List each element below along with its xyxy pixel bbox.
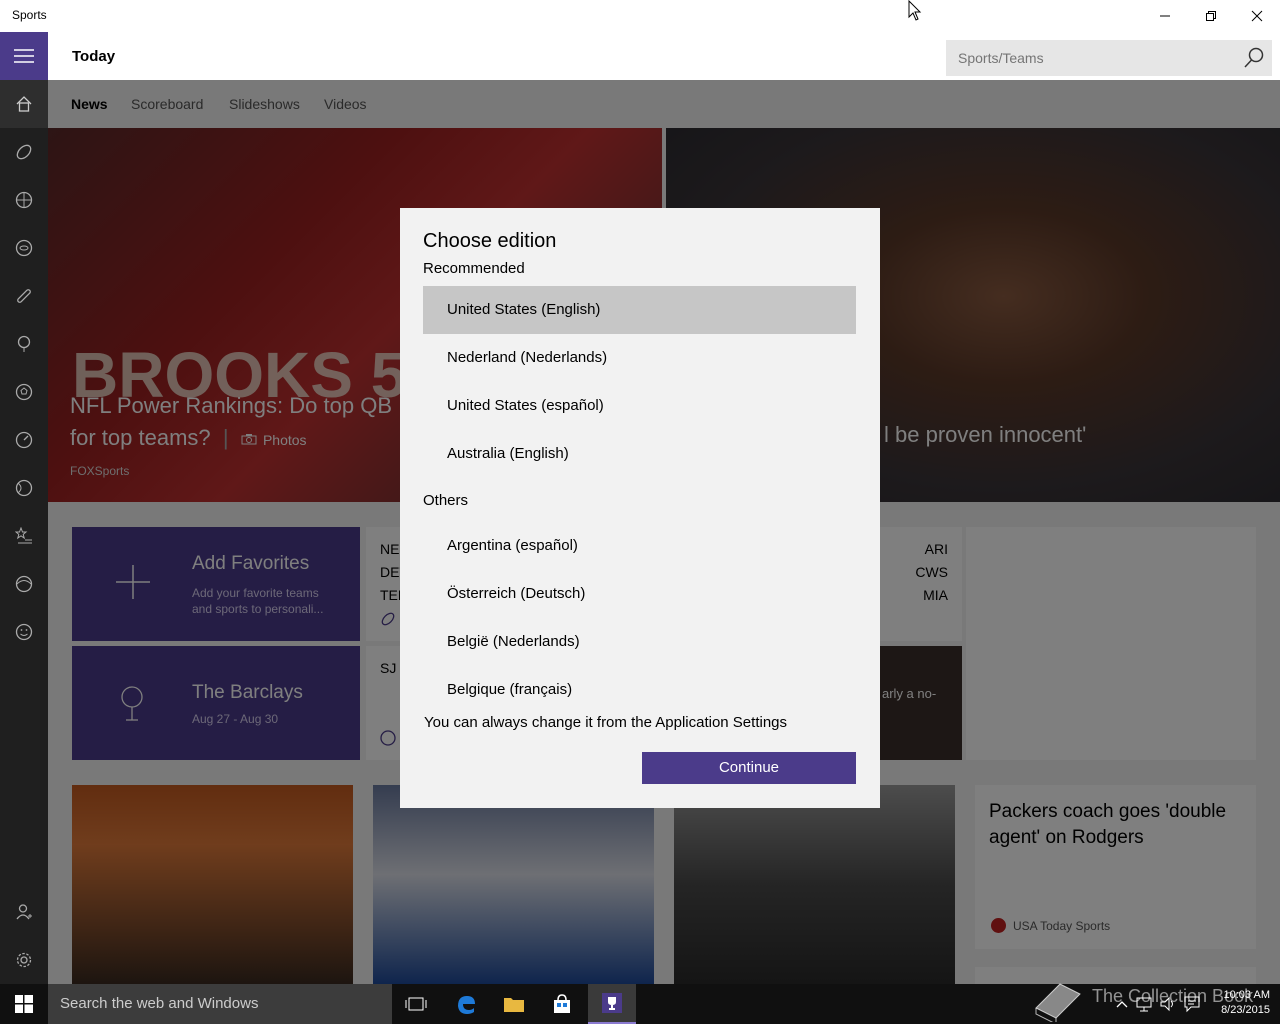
restore-icon bbox=[1206, 11, 1216, 21]
edition-option[interactable]: Australia (English) bbox=[423, 430, 856, 478]
app-header: Today bbox=[48, 32, 1280, 80]
nav-fun[interactable] bbox=[0, 608, 48, 656]
home-icon bbox=[16, 96, 32, 112]
minimize-icon bbox=[1160, 15, 1170, 17]
mouse-cursor-icon bbox=[908, 0, 922, 21]
continue-button[interactable]: Continue bbox=[642, 752, 856, 784]
close-icon bbox=[1251, 10, 1263, 22]
sports-app-button[interactable] bbox=[588, 984, 636, 1024]
store-bag-icon bbox=[554, 994, 570, 1013]
nav-basketball[interactable] bbox=[0, 176, 48, 224]
restore-button[interactable] bbox=[1188, 0, 1234, 32]
title-bar: Sports bbox=[0, 0, 1280, 32]
nav-account[interactable] bbox=[0, 888, 48, 936]
nav-settings[interactable] bbox=[0, 936, 48, 984]
soccer-icon bbox=[15, 383, 33, 401]
bat-icon bbox=[17, 289, 31, 303]
tennis-icon bbox=[15, 479, 33, 497]
store-button[interactable] bbox=[538, 984, 586, 1024]
nav-home[interactable] bbox=[0, 80, 48, 128]
edition-option[interactable]: United States (español) bbox=[423, 382, 856, 430]
nav-tennis[interactable] bbox=[0, 464, 48, 512]
edition-option[interactable]: Argentina (español) bbox=[423, 522, 856, 570]
hockey-icon bbox=[15, 239, 33, 257]
others-heading: Others bbox=[423, 492, 469, 509]
windows-logo-icon bbox=[15, 995, 33, 1013]
nav-favorites[interactable] bbox=[0, 512, 48, 560]
recommended-heading: Recommended bbox=[423, 260, 525, 277]
choose-edition-dialog: Choose edition Recommended United States… bbox=[400, 208, 880, 808]
dialog-note: You can always change it from the Applic… bbox=[424, 714, 788, 731]
nav-football[interactable] bbox=[0, 128, 48, 176]
star-list-icon bbox=[15, 527, 32, 544]
window-title: Sports bbox=[12, 8, 47, 22]
speedometer-icon bbox=[15, 431, 33, 449]
watermark-text: The Collection Book bbox=[1092, 986, 1254, 1006]
edge-button[interactable] bbox=[442, 984, 490, 1024]
nav-rugby[interactable] bbox=[0, 560, 48, 608]
book-logo-icon bbox=[1035, 983, 1081, 1024]
ball-icon bbox=[15, 575, 33, 593]
folder-icon bbox=[504, 998, 524, 1012]
person-add-icon bbox=[16, 904, 32, 920]
watermark: The Collection Book bbox=[1030, 978, 1260, 1024]
file-explorer-button[interactable] bbox=[490, 984, 538, 1024]
edition-option[interactable]: België (Nederlands) bbox=[423, 618, 856, 666]
gear-icon bbox=[16, 952, 32, 968]
hamburger-menu-button[interactable] bbox=[0, 32, 48, 80]
task-view-button[interactable] bbox=[392, 984, 440, 1024]
edition-option[interactable]: Österreich (Deutsch) bbox=[423, 570, 856, 618]
nav-racing[interactable] bbox=[0, 416, 48, 464]
edition-option[interactable]: United States (English) bbox=[423, 286, 856, 334]
search-box bbox=[946, 40, 1272, 76]
task-view-icon bbox=[405, 997, 427, 1011]
page-title: Today bbox=[72, 48, 116, 65]
close-button[interactable] bbox=[1234, 0, 1280, 32]
edge-icon bbox=[458, 996, 475, 1014]
nav-rail bbox=[0, 32, 48, 984]
trophy-icon bbox=[602, 993, 622, 1013]
nav-baseball-bat[interactable] bbox=[0, 272, 48, 320]
minimize-button[interactable] bbox=[1142, 0, 1188, 32]
basketball-icon bbox=[15, 191, 33, 209]
hamburger-icon bbox=[14, 49, 34, 63]
edition-option[interactable]: Nederland (Nederlands) bbox=[423, 334, 856, 382]
search-icon[interactable] bbox=[1242, 46, 1266, 70]
nav-soccer[interactable] bbox=[0, 368, 48, 416]
search-input[interactable] bbox=[946, 40, 1236, 76]
football-icon bbox=[16, 144, 32, 160]
taskbar-search-input[interactable]: Search the web and Windows bbox=[48, 984, 392, 1024]
start-button[interactable] bbox=[0, 984, 48, 1024]
dialog-title: Choose edition bbox=[423, 230, 557, 252]
nav-golf[interactable] bbox=[0, 320, 48, 368]
nav-hockey[interactable] bbox=[0, 224, 48, 272]
golf-icon bbox=[17, 335, 31, 352]
smiley-icon bbox=[15, 623, 33, 641]
edition-option[interactable]: Belgique (français) bbox=[423, 666, 856, 714]
